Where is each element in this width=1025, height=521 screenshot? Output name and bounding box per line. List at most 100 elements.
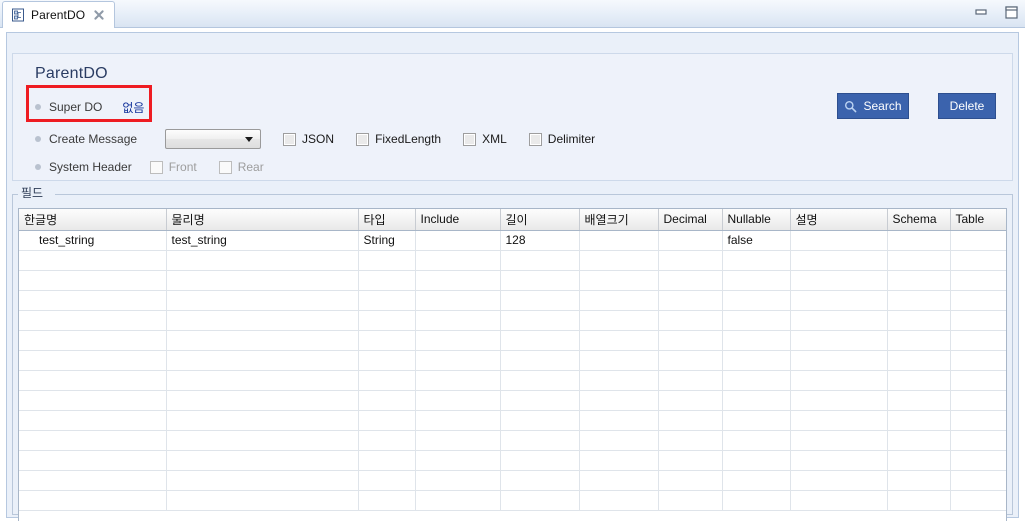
cell-empty-description[interactable] <box>790 330 888 351</box>
cell-empty-decimal[interactable] <box>658 250 723 271</box>
cell-empty-physical_name[interactable] <box>166 290 359 311</box>
cell-empty-include[interactable] <box>415 370 501 391</box>
cell-empty-length[interactable] <box>500 270 580 291</box>
cell-empty-physical_name[interactable] <box>166 370 359 391</box>
cell-empty-table[interactable] <box>950 270 1006 291</box>
super-do-value-link[interactable]: 없음 <box>122 99 144 116</box>
cell-empty-schema[interactable] <box>887 430 951 451</box>
table-row-empty[interactable] <box>19 310 1006 331</box>
cell-empty-type[interactable] <box>358 350 416 371</box>
cell-empty-schema[interactable] <box>887 350 951 371</box>
column-header-include[interactable]: Include <box>415 209 501 231</box>
cell-empty-nullable[interactable] <box>722 470 791 491</box>
cell-description[interactable] <box>790 230 888 251</box>
cell-empty-physical_name[interactable] <box>166 270 359 291</box>
cell-empty-include[interactable] <box>415 450 501 471</box>
column-header-table[interactable]: Table <box>950 209 1006 231</box>
column-header-array_size[interactable]: 배열크기 <box>579 209 659 231</box>
cell-empty-length[interactable] <box>500 370 580 391</box>
cell-empty-include[interactable] <box>415 250 501 271</box>
cell-empty-description[interactable] <box>790 270 888 291</box>
close-icon[interactable] <box>93 9 105 21</box>
cell-empty-nullable[interactable] <box>722 410 791 431</box>
cell-empty-table[interactable] <box>950 290 1006 311</box>
cell-empty-decimal[interactable] <box>658 390 723 411</box>
cell-empty-schema[interactable] <box>887 310 951 331</box>
table-row-empty[interactable] <box>19 290 1006 311</box>
cell-empty-description[interactable] <box>790 290 888 311</box>
checkbox-fixedlength[interactable]: FixedLength <box>356 132 441 146</box>
cell-empty-include[interactable] <box>415 390 501 411</box>
cell-empty-description[interactable] <box>790 250 888 271</box>
cell-empty-array_size[interactable] <box>579 330 659 351</box>
cell-decimal[interactable] <box>658 230 723 251</box>
cell-empty-type[interactable] <box>358 250 416 271</box>
column-header-physical_name[interactable]: 물리명 <box>166 209 359 231</box>
cell-empty-include[interactable] <box>415 350 501 371</box>
cell-empty-type[interactable] <box>358 450 416 471</box>
cell-empty-description[interactable] <box>790 310 888 331</box>
cell-empty-array_size[interactable] <box>579 470 659 491</box>
column-header-length[interactable]: 길이 <box>500 209 580 231</box>
cell-empty-array_size[interactable] <box>579 290 659 311</box>
cell-empty-description[interactable] <box>790 410 888 431</box>
cell-empty-korean_name[interactable] <box>19 310 167 331</box>
cell-empty-physical_name[interactable] <box>166 430 359 451</box>
cell-empty-nullable[interactable] <box>722 390 791 411</box>
table-row-empty[interactable] <box>19 250 1006 271</box>
cell-empty-include[interactable] <box>415 330 501 351</box>
cell-empty-schema[interactable] <box>887 470 951 491</box>
checkbox-json[interactable]: JSON <box>283 132 334 146</box>
table-row-empty[interactable] <box>19 470 1006 491</box>
cell-empty-type[interactable] <box>358 270 416 291</box>
cell-empty-nullable[interactable] <box>722 350 791 371</box>
table-row-empty[interactable] <box>19 390 1006 411</box>
editor-tab-parentdo[interactable]: ParentDO <box>2 1 116 28</box>
cell-empty-decimal[interactable] <box>658 470 723 491</box>
cell-empty-korean_name[interactable] <box>19 470 167 491</box>
cell-empty-length[interactable] <box>500 430 580 451</box>
cell-empty-nullable[interactable] <box>722 290 791 311</box>
checkbox-box-fixedlength[interactable] <box>356 132 370 146</box>
cell-empty-schema[interactable] <box>887 370 951 391</box>
table-row-empty[interactable] <box>19 450 1006 471</box>
cell-empty-table[interactable] <box>950 410 1006 431</box>
cell-empty-nullable[interactable] <box>722 370 791 391</box>
cell-empty-decimal[interactable] <box>658 350 723 371</box>
cell-empty-decimal[interactable] <box>658 270 723 291</box>
cell-empty-type[interactable] <box>358 290 416 311</box>
cell-empty-table[interactable] <box>950 430 1006 451</box>
cell-empty-include[interactable] <box>415 410 501 431</box>
cell-empty-table[interactable] <box>950 310 1006 331</box>
cell-empty-physical_name[interactable] <box>166 470 359 491</box>
cell-empty-type[interactable] <box>358 310 416 331</box>
cell-empty-description[interactable] <box>790 490 888 511</box>
checkbox-delimiter[interactable]: Delimiter <box>528 132 595 146</box>
cell-empty-korean_name[interactable] <box>19 390 167 411</box>
cell-empty-description[interactable] <box>790 350 888 371</box>
cell-empty-nullable[interactable] <box>722 250 791 271</box>
cell-array_size[interactable] <box>579 230 659 251</box>
cell-empty-type[interactable] <box>358 410 416 431</box>
column-header-type[interactable]: 타입 <box>358 209 416 231</box>
cell-empty-physical_name[interactable] <box>166 490 359 511</box>
cell-empty-decimal[interactable] <box>658 430 723 451</box>
table-row-empty[interactable] <box>19 490 1006 511</box>
checkbox-xml[interactable]: XML <box>463 132 507 146</box>
cell-empty-array_size[interactable] <box>579 350 659 371</box>
cell-empty-physical_name[interactable] <box>166 450 359 471</box>
cell-empty-nullable[interactable] <box>722 450 791 471</box>
minimize-icon[interactable] <box>973 4 989 20</box>
cell-empty-nullable[interactable] <box>722 270 791 291</box>
cell-empty-description[interactable] <box>790 450 888 471</box>
cell-empty-include[interactable] <box>415 270 501 291</box>
cell-empty-korean_name[interactable] <box>19 450 167 471</box>
cell-empty-korean_name[interactable] <box>19 410 167 431</box>
cell-empty-decimal[interactable] <box>658 290 723 311</box>
cell-empty-decimal[interactable] <box>658 330 723 351</box>
cell-empty-type[interactable] <box>358 370 416 391</box>
cell-empty-schema[interactable] <box>887 270 951 291</box>
cell-empty-korean_name[interactable] <box>19 250 167 271</box>
cell-empty-array_size[interactable] <box>579 450 659 471</box>
cell-empty-include[interactable] <box>415 430 501 451</box>
